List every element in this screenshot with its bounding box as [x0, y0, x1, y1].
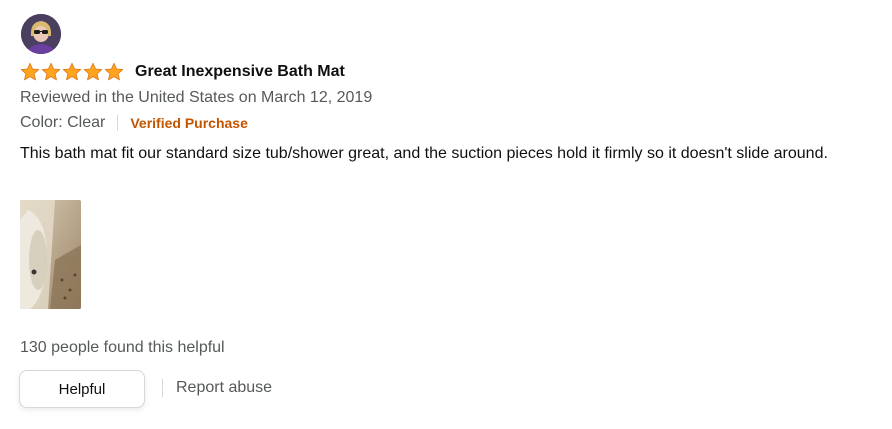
- star-icon: [83, 62, 103, 81]
- helpful-button[interactable]: Helpful: [19, 370, 145, 408]
- star-icon: [104, 62, 124, 81]
- divider: [117, 115, 119, 131]
- avatar-icon: [21, 14, 61, 54]
- report-abuse-link[interactable]: Report abuse: [176, 377, 272, 399]
- divider: [162, 379, 163, 397]
- star-icon: [41, 62, 61, 81]
- review-variant-row: Color: Clear Verified Purchase: [20, 112, 248, 134]
- review-body: This bath mat fit our standard size tub/…: [20, 145, 828, 162]
- bathtub-photo-icon: [20, 200, 81, 309]
- review-image-thumbnail[interactable]: [20, 200, 81, 309]
- reviewer-avatar[interactable]: [21, 14, 61, 54]
- star-icon: [20, 62, 40, 81]
- variant-label[interactable]: Color: Clear: [20, 114, 105, 132]
- helpful-count: 130 people found this helpful: [20, 339, 225, 356]
- rating-row: Great Inexpensive Bath Mat: [20, 61, 345, 83]
- star-rating[interactable]: [20, 62, 124, 82]
- review-date: Reviewed in the United States on March 1…: [20, 89, 373, 106]
- star-icon: [62, 62, 82, 81]
- review-title[interactable]: Great Inexpensive Bath Mat: [135, 61, 345, 83]
- verified-purchase-badge: Verified Purchase: [130, 115, 248, 131]
